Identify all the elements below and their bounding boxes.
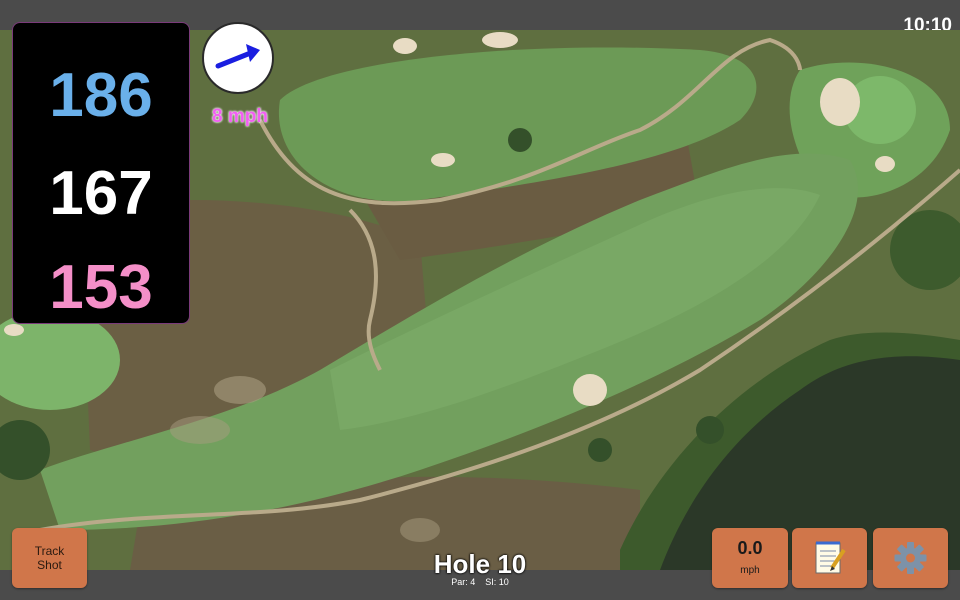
settings-button[interactable] (873, 528, 948, 588)
distance-front: 153 (49, 253, 153, 322)
wind-unit: mph (740, 565, 760, 576)
wind-speed-label: 8 mph (212, 106, 268, 127)
track-shot-button[interactable]: Track Shot (12, 528, 87, 588)
gear-icon (894, 542, 927, 574)
hole-title: Hole 10 (433, 549, 527, 579)
notepad-icon (815, 541, 846, 574)
par-label: Par: 4 (451, 577, 476, 587)
wind-value: 0.0 (737, 538, 763, 558)
arrow-icon (215, 44, 260, 69)
distance-middle: 167 (49, 159, 153, 228)
distance-back: 186 (49, 61, 153, 130)
notes-button[interactable] (792, 528, 867, 588)
hole-meta: Par: 4 SI: 10 (380, 577, 580, 587)
wind-direction-indicator (202, 22, 274, 94)
si-label: SI: 10 (485, 577, 509, 587)
distance-panel: 186 167 153 (12, 22, 190, 324)
wind-speed-button[interactable]: 0.0 mph (712, 528, 788, 588)
track-shot-label: Track Shot (34, 544, 65, 572)
